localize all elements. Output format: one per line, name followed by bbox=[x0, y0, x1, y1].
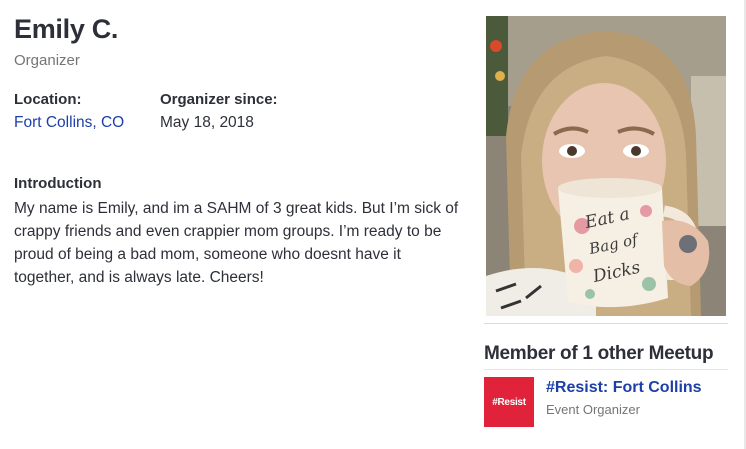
profile-photo-illustration: Eat a Bag of Dicks bbox=[486, 16, 726, 316]
profile-photo[interactable]: Eat a Bag of Dicks bbox=[486, 16, 726, 316]
memberships-divider bbox=[484, 369, 728, 370]
group-name-link[interactable]: #Resist: Fort Collins bbox=[546, 379, 702, 397]
member-role: Organizer bbox=[14, 52, 80, 69]
group-logo-text: #Resist bbox=[492, 396, 526, 408]
organizer-since-value: May 18, 2018 bbox=[160, 114, 254, 131]
organizer-since-label: Organizer since: bbox=[160, 91, 278, 108]
member-name: Emily C. bbox=[14, 14, 119, 44]
group-role: Event Organizer bbox=[546, 402, 640, 417]
introduction-text: My name is Emily, and im a SAHM of 3 gre… bbox=[14, 200, 459, 286]
photo-divider bbox=[484, 323, 728, 324]
location-label: Location: bbox=[14, 91, 82, 108]
memberships-heading: Member of 1 other Meetup bbox=[484, 343, 714, 364]
introduction-heading: Introduction bbox=[14, 175, 102, 192]
group-logo[interactable]: #Resist bbox=[484, 377, 534, 427]
location-link[interactable]: Fort Collins, CO bbox=[14, 114, 124, 132]
